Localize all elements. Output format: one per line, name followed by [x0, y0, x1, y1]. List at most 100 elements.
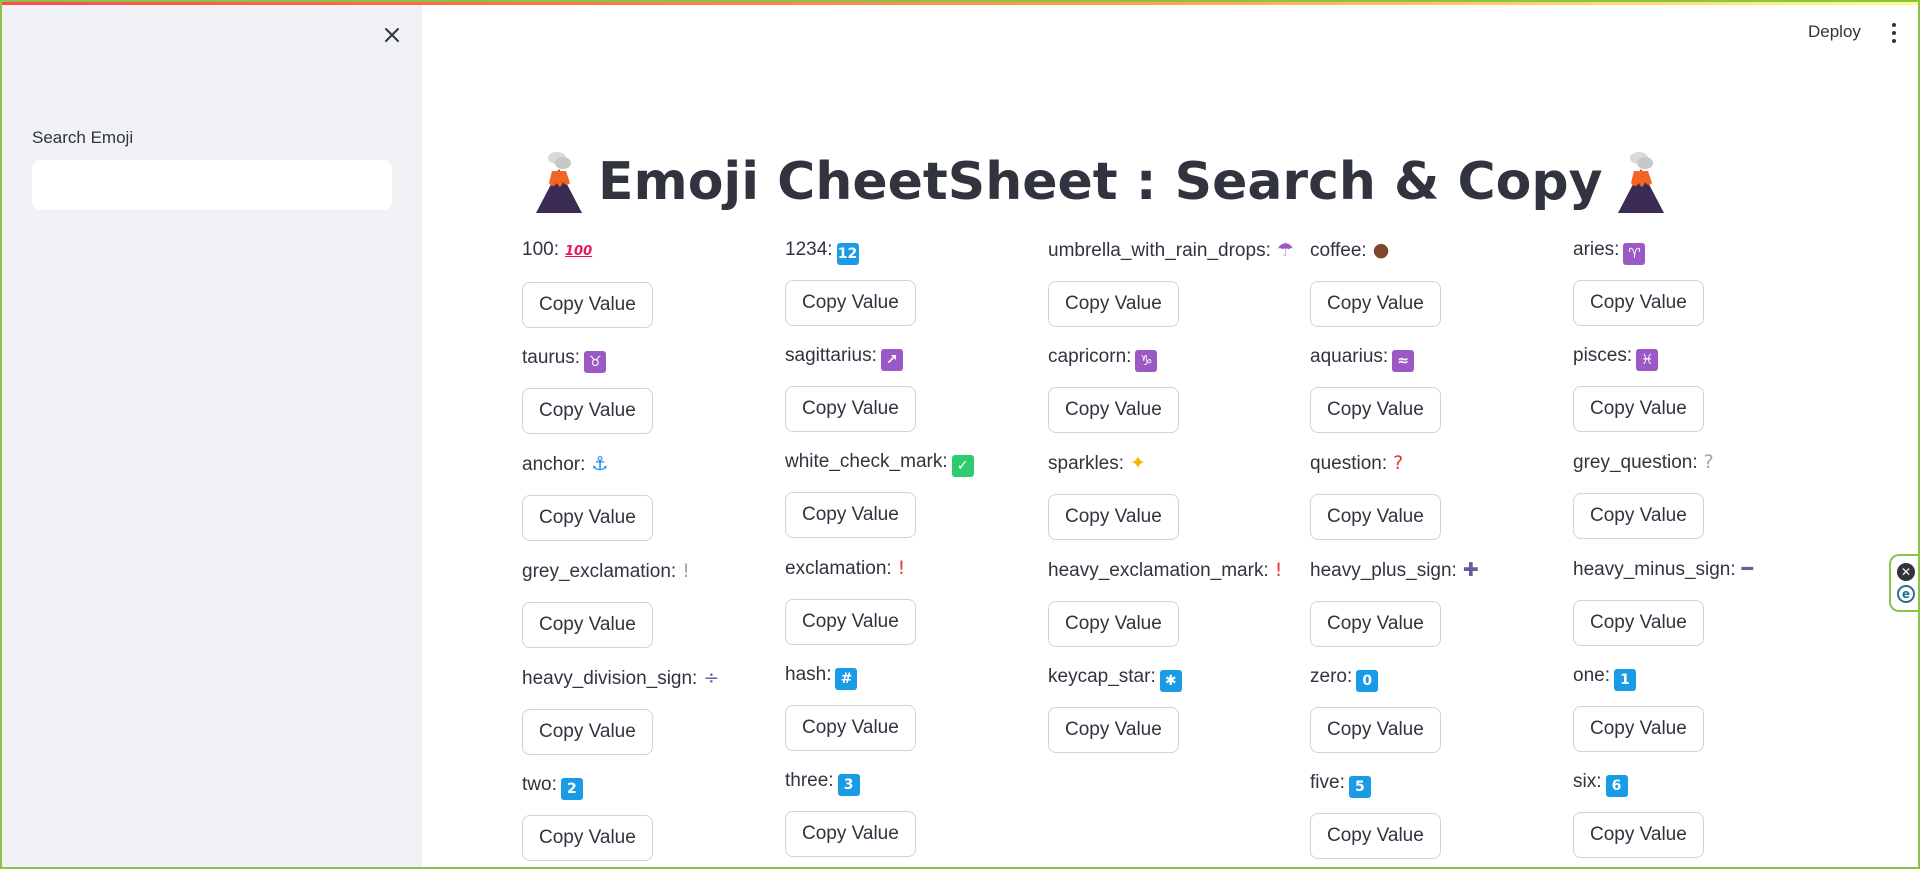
copy-value-button[interactable]: Copy Value: [785, 280, 916, 326]
emoji-name: white_check_mark:: [785, 451, 948, 472]
emoji-name: sparkles:: [1048, 453, 1125, 474]
copy-value-button[interactable]: Copy Value: [1048, 494, 1179, 540]
copy-value-button[interactable]: Copy Value: [1048, 281, 1179, 327]
sidebar: Search Emoji: [2, 2, 422, 867]
copy-value-button[interactable]: Copy Value: [785, 386, 916, 432]
keycap-hash-icon: #: [835, 668, 858, 690]
emoji-label: coffee: ●: [1310, 234, 1560, 267]
copy-value-button[interactable]: Copy Value: [1310, 494, 1441, 540]
emoji-label: hash: #: [785, 659, 1035, 691]
copy-value-button[interactable]: Copy Value: [1573, 706, 1704, 752]
emoji-label: heavy_minus_sign: ━: [1573, 553, 1823, 586]
emoji-name: six:: [1573, 771, 1602, 792]
capricorn-icon: ♑: [1135, 350, 1158, 372]
keycap-one-icon: 1: [1613, 669, 1636, 691]
emoji-item: taurus: ♉ Copy Value: [522, 342, 772, 448]
copy-value-button[interactable]: Copy Value: [1573, 386, 1704, 432]
copy-value-button[interactable]: Copy Value: [1310, 281, 1441, 327]
kebab-dot: [1892, 39, 1896, 43]
copy-value-button[interactable]: Copy Value: [522, 495, 653, 541]
deploy-button[interactable]: Deploy: [1808, 22, 1861, 42]
emoji-name: heavy_division_sign:: [522, 668, 698, 689]
emoji-name: two:: [522, 774, 557, 795]
exclamation-icon: !: [897, 557, 906, 579]
emoji-name: five:: [1310, 772, 1345, 793]
copy-value-button[interactable]: Copy Value: [1573, 600, 1704, 646]
copy-value-button[interactable]: Copy Value: [1573, 493, 1704, 539]
copy-value-button[interactable]: Copy Value: [785, 705, 916, 751]
aries-icon: ♈: [1623, 243, 1646, 265]
emoji-label: aries: ♈: [1573, 234, 1823, 266]
copy-value-button[interactable]: Copy Value: [785, 811, 916, 857]
heavy-exclamation-icon: !: [1274, 559, 1283, 581]
copy-value-button[interactable]: Copy Value: [785, 492, 916, 538]
copy-value-button[interactable]: Copy Value: [1310, 387, 1441, 433]
app-window: Search Emoji Deploy Emoji CheetSheet : S…: [0, 0, 1920, 869]
emoji-name: 1234:: [785, 239, 833, 260]
keycap-six-icon: 6: [1605, 775, 1628, 797]
close-sidebar-button[interactable]: [377, 20, 407, 50]
emoji-item: aquarius: ≈ Copy Value: [1310, 341, 1560, 447]
emoji-item: aries: ♈ Copy Value: [1573, 234, 1823, 340]
kebab-dot: [1892, 23, 1896, 27]
copy-value-button[interactable]: Copy Value: [1310, 707, 1441, 753]
emoji-item: grey_question:? Copy Value: [1573, 446, 1823, 553]
emoji-name: exclamation:: [785, 558, 892, 579]
plus-sign-icon: ✚: [1462, 559, 1479, 581]
emoji-item: question:? Copy Value: [1310, 447, 1560, 554]
emoji-name: grey_exclamation:: [522, 561, 677, 582]
close-circle-icon[interactable]: ✕: [1897, 563, 1915, 581]
search-label: Search Emoji: [32, 128, 134, 147]
copy-value-button[interactable]: Copy Value: [1048, 707, 1179, 753]
emoji-label: heavy_division_sign: ÷: [522, 662, 772, 695]
emoji-item: sparkles: ✦ Copy Value: [1048, 447, 1298, 554]
grey-question-icon: ?: [1703, 451, 1714, 473]
coffee-icon: ●: [1372, 239, 1390, 261]
emoji-label: sparkles: ✦: [1048, 447, 1298, 480]
emoji-name: question:: [1310, 453, 1388, 474]
emoji-name: hash:: [785, 664, 832, 685]
page-title: Emoji CheetSheet : Search & Copy: [530, 142, 1670, 222]
copy-value-button[interactable]: Copy Value: [1048, 601, 1179, 647]
grey-exclamation-icon: !: [682, 560, 690, 582]
emoji-label: grey_question:?: [1573, 446, 1823, 479]
copy-value-button[interactable]: Copy Value: [1573, 812, 1704, 858]
emoji-item: hash: # Copy Value: [785, 659, 1035, 765]
keycap-three-icon: 3: [837, 774, 860, 796]
floating-extension-widget: ✕ e: [1889, 554, 1918, 612]
emoji-label: pisces: ♓: [1573, 340, 1823, 372]
keycap-star-icon: ✱: [1159, 670, 1182, 692]
emoji-name: grey_question:: [1573, 452, 1698, 473]
copy-value-button[interactable]: Copy Value: [522, 815, 653, 861]
emoji-label: 100: 100: [522, 234, 772, 268]
emoji-label: anchor: ⚓: [522, 448, 772, 481]
copy-value-button[interactable]: Copy Value: [522, 709, 653, 755]
search-input[interactable]: [32, 160, 392, 210]
emoji-item: six: 6 Copy Value: [1573, 766, 1823, 867]
emoji-name: zero:: [1310, 666, 1353, 687]
copy-value-button[interactable]: Copy Value: [1310, 813, 1441, 859]
emoji-name: sagittarius:: [785, 345, 877, 366]
copy-value-button[interactable]: Copy Value: [1048, 387, 1179, 433]
page-title-text: Emoji CheetSheet : Search & Copy: [598, 152, 1603, 212]
emoji-item: one: 1 Copy Value: [1573, 660, 1823, 766]
emoji-label: five: 5: [1310, 767, 1560, 799]
emoji-label: one: 1: [1573, 660, 1823, 692]
emoji-name: heavy_plus_sign:: [1310, 560, 1457, 581]
emoji-column: 1234: 12 Copy Value sagittarius: ↗ Copy Value…: [785, 234, 1035, 867]
emoji-label: white_check_mark: ✓: [785, 446, 1035, 478]
emoji-item: heavy_division_sign: ÷ Copy Value: [522, 662, 772, 769]
copy-value-button[interactable]: Copy Value: [522, 388, 653, 434]
copy-value-button[interactable]: Copy Value: [522, 282, 653, 328]
emoji-name: coffee:: [1310, 240, 1367, 261]
emoji-item: keycap_star: ✱ Copy Value: [1048, 661, 1298, 767]
emoji-name: keycap_star:: [1048, 666, 1156, 687]
copy-value-button[interactable]: Copy Value: [1310, 601, 1441, 647]
emoji-name: taurus:: [522, 347, 581, 368]
copy-value-button[interactable]: Copy Value: [1573, 280, 1704, 326]
main-menu-button[interactable]: [1884, 20, 1904, 46]
extension-e-icon[interactable]: e: [1897, 585, 1915, 603]
copy-value-button[interactable]: Copy Value: [522, 602, 653, 648]
copy-value-button[interactable]: Copy Value: [785, 599, 916, 645]
emoji-label: three: 3: [785, 765, 1035, 797]
